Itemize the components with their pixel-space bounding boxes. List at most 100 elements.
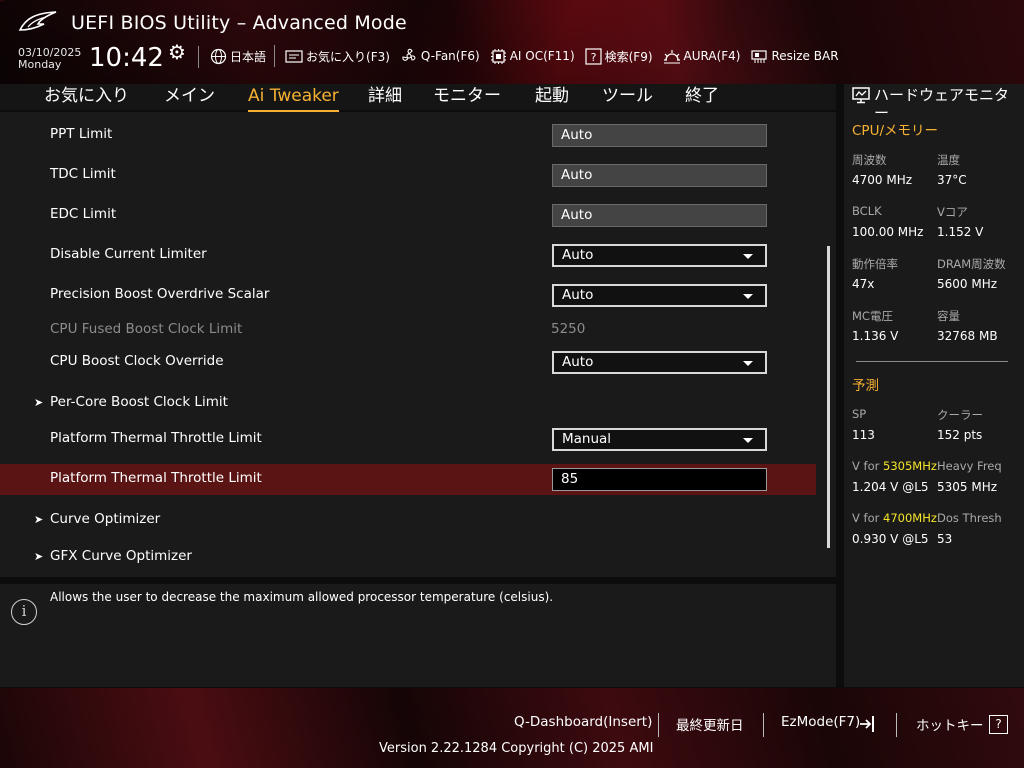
hw-value-heavy-freq: 5305 MHz: [937, 480, 998, 494]
hw-label-v-for-5305: V for 5305MHz: [852, 459, 937, 473]
setting-label-thermal-throttle-value: Platform Thermal Throttle Limit: [50, 470, 262, 486]
hw-value-v-for-5305: 1.204 V @L5: [852, 480, 929, 494]
edc-limit-field[interactable]: Auto: [552, 204, 767, 227]
tab-main[interactable]: メイン: [164, 84, 215, 108]
aura-icon: [663, 49, 680, 63]
fused-boost-clock-value: 5250: [551, 321, 586, 337]
resize-bar-icon: [751, 49, 768, 63]
setting-label-thermal-throttle-mode: Platform Thermal Throttle Limit: [50, 430, 262, 446]
setting-label-disable-current-limiter: Disable Current Limiter: [50, 246, 207, 262]
hw-label-frequency: 周波数: [852, 153, 887, 167]
prediction-section-title: 予測: [852, 378, 879, 394]
setting-label-edc-limit: EDC Limit: [50, 206, 117, 222]
aioc-label: AI OC(F11): [509, 49, 575, 63]
thermal-throttle-value-input[interactable]: 85: [552, 468, 767, 491]
pbo-scalar-dropdown[interactable]: Auto: [552, 284, 767, 307]
toolbar-divider: [274, 45, 276, 67]
submenu-arrow-icon: ➤: [34, 550, 44, 563]
language-button[interactable]: 日本語: [210, 48, 266, 65]
search-label: 検索(F9): [604, 49, 653, 64]
help-text: Allows the user to decrease the maximum …: [50, 590, 554, 604]
rog-logo-icon: [18, 11, 57, 31]
hw-value-dram-frequency: 5600 MHz: [937, 277, 998, 291]
hw-value-ratio: 47x: [852, 277, 875, 291]
hw-value-v-for-4700: 0.930 V @L5: [852, 532, 929, 546]
hw-label-mc-voltage: MC電圧: [852, 309, 893, 323]
setting-label-ppt-limit: PPT Limit: [50, 126, 113, 142]
setting-label-fused-boost-clock: CPU Fused Boost Clock Limit: [50, 321, 243, 337]
day-text: Monday: [18, 58, 62, 71]
setting-label-boost-clock-override: CPU Boost Clock Override: [50, 353, 224, 369]
footer-divider: [658, 713, 659, 737]
hw-value-cooler: 152 pts: [937, 428, 983, 442]
last-modified-button[interactable]: 最終更新日: [676, 714, 744, 734]
ai-oc-icon: [490, 48, 506, 64]
tab-ai-tweaker[interactable]: Ai Tweaker: [248, 84, 339, 112]
tdc-limit-field[interactable]: Auto: [552, 164, 767, 187]
monitor-icon: [852, 87, 870, 104]
globe-icon: [210, 48, 227, 64]
aioc-button[interactable]: AI OC(F11): [490, 48, 575, 65]
hw-label-cooler: クーラー: [937, 408, 983, 422]
hw-value-sp: 113: [852, 428, 875, 442]
disable-current-limiter-dropdown[interactable]: Auto: [552, 244, 767, 267]
cpu-memory-section-title: CPU/メモリー: [852, 123, 938, 139]
footer-divider: [896, 713, 897, 737]
v-for-frequency: 5305MHz: [883, 459, 937, 473]
resizebar-button[interactable]: Resize BAR: [750, 48, 839, 65]
setting-label-tdc-limit: TDC Limit: [50, 166, 116, 182]
hw-label-v-for-4700: V for 4700MHz: [852, 511, 937, 525]
boost-clock-override-dropdown[interactable]: Auto: [552, 351, 767, 374]
clock[interactable]: 10:42: [89, 43, 164, 73]
info-icon: i: [11, 599, 37, 625]
submenu-arrow-icon: ➤: [34, 513, 44, 526]
svg-text:?: ?: [590, 51, 596, 64]
favorites-label: お気に入り(F3): [306, 49, 390, 64]
search-button[interactable]: ? 検索(F9): [585, 47, 653, 65]
hw-value-capacity: 32768 MB: [937, 329, 998, 343]
v-for-frequency: 4700MHz: [883, 511, 937, 525]
tab-advanced[interactable]: 詳細: [368, 84, 402, 108]
hotkeys-button[interactable]: ホットキー: [916, 714, 984, 734]
tab-favorites[interactable]: お気に入り: [44, 84, 129, 108]
tab-boot[interactable]: 起動: [535, 84, 569, 108]
submenu-arrow-icon: ➤: [34, 396, 44, 409]
hw-label-sp: SP: [852, 407, 867, 421]
language-label: 日本語: [230, 49, 267, 64]
thermal-throttle-mode-dropdown[interactable]: Manual: [552, 428, 767, 451]
tab-monitor[interactable]: モニター: [433, 84, 501, 108]
v-for-prefix: V for: [852, 459, 883, 473]
scrollbar[interactable]: [827, 246, 830, 548]
hw-value-dos-thresh: 53: [937, 532, 953, 546]
aura-button[interactable]: AURA(F4): [663, 48, 740, 65]
hw-value-temperature: 37°C: [937, 173, 967, 187]
hardware-monitor-title: ハードウェアモニター: [874, 86, 1010, 122]
q-dashboard-button[interactable]: Q-Dashboard(Insert): [514, 714, 652, 730]
hw-value-bclk: 100.00 MHz: [852, 225, 924, 239]
settings-gear-icon[interactable]: ⚙: [168, 40, 186, 64]
hotkeys-help-icon[interactable]: ?: [989, 715, 1008, 734]
hw-label-vcore: Vコア: [937, 205, 968, 219]
hw-value-vcore: 1.152 V: [937, 225, 984, 239]
app-title: UEFI BIOS Utility – Advanced Mode: [71, 12, 407, 34]
footer-divider: [763, 713, 764, 737]
version-text: Version 2.22.1284 Copyright (C) 2025 AMI: [379, 741, 654, 756]
tab-exit[interactable]: 終了: [685, 84, 719, 108]
per-core-boost-submenu[interactable]: Per-Core Boost Clock Limit: [50, 394, 228, 410]
qfan-label: Q-Fan(F6): [420, 49, 480, 63]
search-help-icon: ?: [585, 47, 602, 65]
ezmode-exit-icon[interactable]: [858, 714, 878, 734]
favorites-button[interactable]: お気に入り(F3): [285, 48, 390, 65]
setting-label-pbo-scalar: Precision Boost Overdrive Scalar: [50, 286, 270, 302]
hw-divider: [856, 361, 1008, 362]
hw-label-dos-thresh: Dos Thresh: [937, 511, 1002, 525]
hw-label-temperature: 温度: [937, 153, 960, 167]
gfx-curve-optimizer-submenu[interactable]: GFX Curve Optimizer: [50, 548, 192, 564]
qfan-button[interactable]: Q-Fan(F6): [400, 47, 480, 65]
favorites-icon: [285, 49, 303, 63]
header-divider: [198, 46, 199, 68]
ezmode-button[interactable]: EzMode(F7): [781, 714, 860, 730]
ppt-limit-field[interactable]: Auto: [552, 124, 767, 147]
tab-tool[interactable]: ツール: [602, 84, 653, 108]
curve-optimizer-submenu[interactable]: Curve Optimizer: [50, 511, 160, 527]
